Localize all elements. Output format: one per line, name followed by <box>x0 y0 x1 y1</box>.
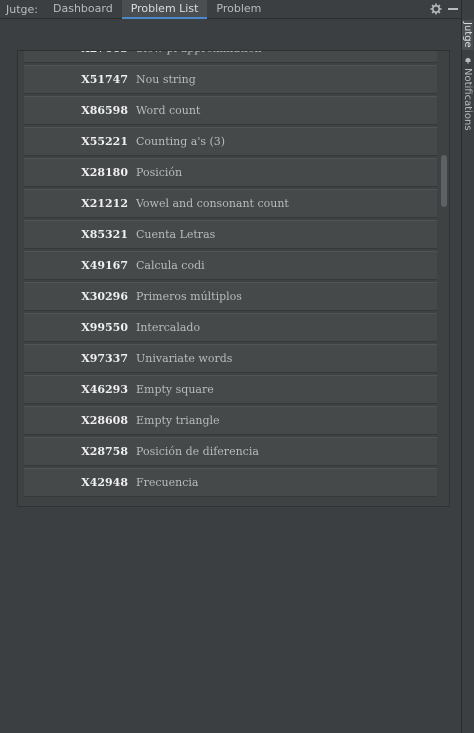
tab-dashboard[interactable]: Dashboard <box>44 0 122 18</box>
problem-code: X46293 <box>81 383 128 396</box>
strip-tab-jutge[interactable]: Jutge <box>462 20 473 50</box>
problem-code: X21212 <box>81 197 128 210</box>
problem-row[interactable]: X85321 Cuenta Letras <box>24 220 437 249</box>
problem-row[interactable]: X28758 Posición de diferencia <box>24 437 437 466</box>
problem-code: X86598 <box>81 104 128 117</box>
problem-title: Cuenta Letras <box>136 228 216 241</box>
problem-code: X27663 <box>66 51 136 55</box>
problem-code: X51747 <box>81 73 128 86</box>
problem-title: Vowel and consonant count <box>136 197 289 210</box>
scrollbar-thumb[interactable] <box>441 155 447 207</box>
problem-title: Posición de diferencia <box>136 445 259 458</box>
problem-title: Counting a's (3) <box>136 135 226 148</box>
problem-title: Empty triangle <box>136 414 220 427</box>
strip-tab-notifications[interactable]: Notifications <box>462 68 473 131</box>
right-tool-strip: Jutge Notifications <box>461 0 474 733</box>
app-title: Jutge: <box>6 2 38 16</box>
problem-row[interactable]: X28608 Empty triangle <box>24 406 437 435</box>
tab-problem-list[interactable]: Problem List <box>121 0 208 19</box>
problem-title: Word count <box>136 104 201 117</box>
problem-code: X30296 <box>81 290 128 303</box>
problem-title: Calcula codi <box>136 259 205 272</box>
tool-window-header: Jutge: Dashboard Problem List Problem <box>0 0 474 19</box>
bell-icon[interactable] <box>464 56 472 64</box>
tab-problem[interactable]: Problem <box>207 0 270 18</box>
problem-code: X97337 <box>81 352 128 365</box>
problem-row[interactable]: X42948 Frecuencia <box>24 468 437 497</box>
problem-title: Frecuencia <box>136 476 199 489</box>
problem-row[interactable]: X27663Slow pi approximation <box>24 51 437 63</box>
problem-code: X28758 <box>81 445 128 458</box>
header-actions <box>430 0 458 18</box>
problem-code: X49167 <box>81 259 128 272</box>
problem-title: Univariate words <box>136 352 233 365</box>
problem-code: X55221 <box>81 135 128 148</box>
problem-row[interactable]: X28180 Posición <box>24 158 437 187</box>
problem-list-panel: X27663Slow pi approximation X51747 Nou str… <box>17 50 450 507</box>
problem-title: Posición <box>136 166 183 179</box>
problem-code: X42948 <box>81 476 128 489</box>
problem-row[interactable]: X46293 Empty square <box>24 375 437 404</box>
problem-code: X99550 <box>81 321 128 334</box>
problem-title: Primeros múltiplos <box>136 290 242 303</box>
problem-code: X28180 <box>81 166 128 179</box>
problem-title: Intercalado <box>136 321 201 334</box>
problem-row[interactable]: X86598 Word count <box>24 96 437 125</box>
problem-title: Empty square <box>136 383 214 396</box>
problem-list: X27663Slow pi approximation X51747 Nou str… <box>24 51 437 499</box>
problem-code: X28608 <box>81 414 128 427</box>
problem-row[interactable]: X99550 Intercalado <box>24 313 437 342</box>
problem-code: X85321 <box>81 228 128 241</box>
problem-title: Slow pi approximation <box>136 51 262 55</box>
problem-row[interactable]: X51747 Nou string <box>24 65 437 94</box>
gear-icon[interactable] <box>430 3 442 15</box>
problem-row[interactable]: X30296 Primeros múltiplos <box>24 282 437 311</box>
problem-row[interactable]: X55221 Counting a's (3) <box>24 127 437 156</box>
minimize-icon[interactable] <box>448 8 458 10</box>
problem-row[interactable]: X49167 Calcula codi <box>24 251 437 280</box>
problem-row[interactable]: X97337 Univariate words <box>24 344 437 373</box>
problem-title: Nou string <box>136 73 196 86</box>
problem-row[interactable]: X21212 Vowel and consonant count <box>24 189 437 218</box>
